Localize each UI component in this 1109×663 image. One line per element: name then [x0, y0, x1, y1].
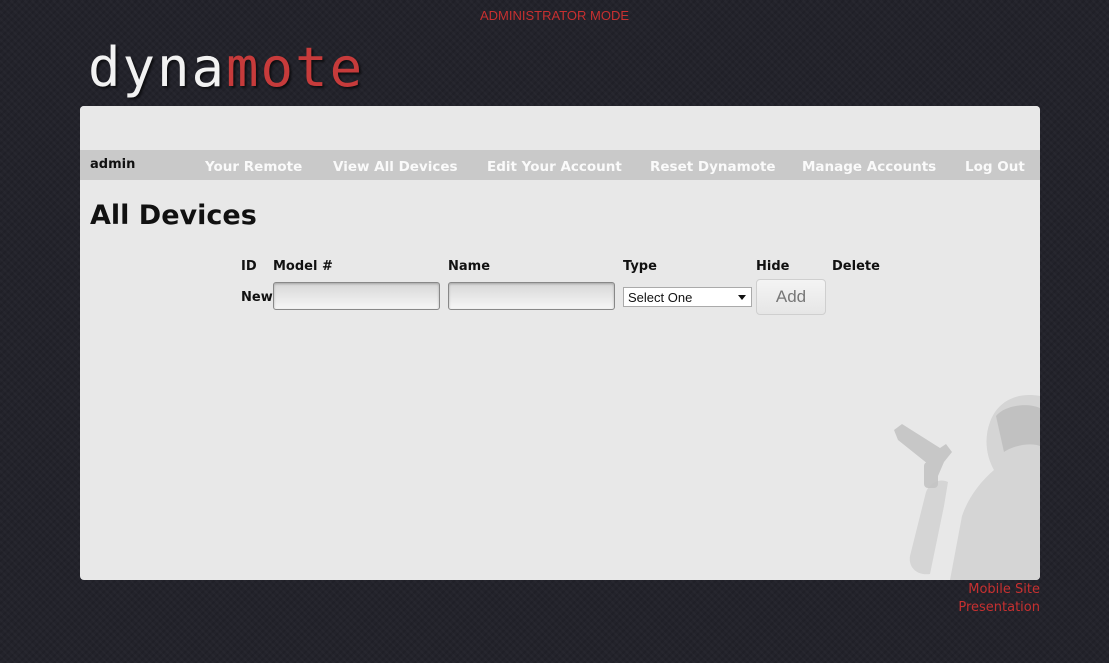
- nav-bar: admin Your Remote View All Devices Edit …: [80, 150, 1040, 180]
- presentation-link[interactable]: Presentation: [958, 600, 1040, 615]
- panel-top-strip: [80, 106, 1040, 150]
- current-user: admin: [90, 157, 136, 172]
- column-header-model: Model #: [273, 259, 333, 274]
- page-title: All Devices: [90, 200, 257, 231]
- dropdown-arrow-icon: [738, 295, 746, 300]
- nav-view-all-devices[interactable]: View All Devices: [333, 159, 458, 175]
- gunman-illustration: [894, 395, 1040, 580]
- column-header-id: ID: [241, 259, 257, 274]
- nav-log-out[interactable]: Log Out: [965, 159, 1025, 175]
- type-select[interactable]: Select One: [623, 287, 752, 307]
- main-panel: admin Your Remote View All Devices Edit …: [80, 106, 1040, 580]
- add-device-button[interactable]: Add: [756, 279, 826, 315]
- column-header-hide: Hide: [756, 259, 790, 274]
- nav-reset-dynamote[interactable]: Reset Dynamote: [650, 159, 776, 175]
- column-header-name: Name: [448, 259, 491, 274]
- column-header-delete: Delete: [832, 259, 880, 274]
- administrator-mode-label: ADMINISTRATOR MODE: [479, 8, 630, 23]
- model-number-input[interactable]: [273, 282, 440, 310]
- logo-text-mote: mote: [226, 36, 365, 99]
- column-header-type: Type: [623, 259, 657, 274]
- nav-manage-accounts[interactable]: Manage Accounts: [802, 159, 936, 175]
- nav-your-remote[interactable]: Your Remote: [205, 159, 302, 175]
- dynamote-logo[interactable]: dynamote: [88, 36, 364, 100]
- new-row-id-label: New: [241, 290, 273, 305]
- device-name-input[interactable]: [448, 282, 615, 310]
- type-select-value: Select One: [628, 290, 693, 305]
- nav-edit-your-account[interactable]: Edit Your Account: [487, 159, 622, 175]
- logo-text-dyna: dyna: [88, 36, 227, 99]
- mobile-site-link[interactable]: Mobile Site: [968, 582, 1040, 597]
